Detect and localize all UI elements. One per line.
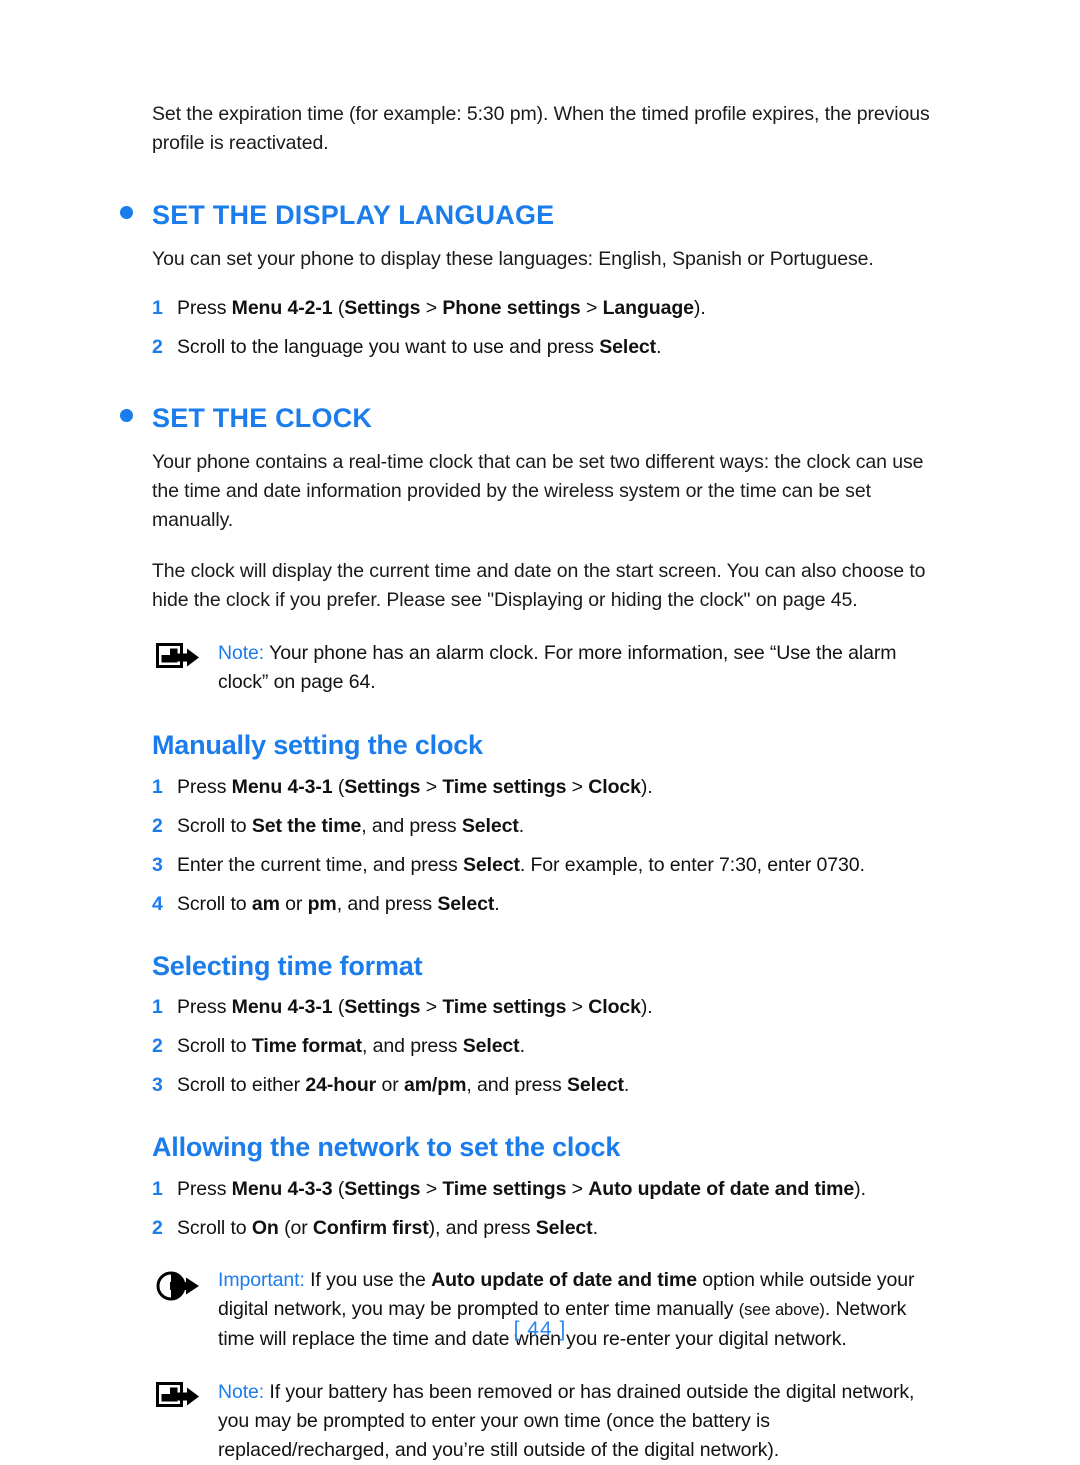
- step-number: 4: [152, 892, 163, 915]
- step-text: Press Menu 4-3-1 (Settings > Time settin…: [177, 996, 653, 1019]
- step-item: 1 Press Menu 4-3-3 (Settings > Time sett…: [152, 1175, 942, 1203]
- heading-set-the-clock: SET THE CLOCK: [120, 405, 942, 432]
- steps-selecting-time-format: 1 Press Menu 4-3-1 (Settings > Time sett…: [152, 993, 942, 1099]
- note-block-alarm-clock: Note: Your phone has an alarm clock. For…: [156, 639, 942, 697]
- step-number: 2: [152, 1035, 163, 1058]
- note-text: Note: Your phone has an alarm clock. For…: [212, 639, 942, 697]
- step-number: 1: [152, 1178, 163, 1201]
- note-icon: [156, 1378, 212, 1417]
- important-label: Important:: [218, 1269, 305, 1292]
- display-language-intro: You can set your phone to display these …: [152, 248, 874, 270]
- step-item: 1 Press Menu 4-3-1 (Settings > Time sett…: [152, 993, 942, 1021]
- step-item: 2 Scroll to Time format, and press Selec…: [152, 1032, 942, 1060]
- step-text: Press Menu 4-2-1 (Settings > Phone setti…: [177, 297, 706, 319]
- steps-display-language: 1 Press Menu 4-2-1 (Settings > Phone set…: [152, 294, 942, 361]
- step-number: 1: [152, 775, 163, 798]
- step-number: 1: [152, 996, 163, 1019]
- note-block-battery: Note: If your battery has been removed o…: [156, 1378, 942, 1465]
- steps-allowing-the-network: 1 Press Menu 4-3-3 (Settings > Time sett…: [152, 1175, 942, 1242]
- step-text: Scroll to am or pm, and press Select.: [177, 892, 500, 915]
- step-text: Scroll to either 24-hour or am/pm, and p…: [177, 1074, 630, 1097]
- note-icon: [156, 639, 212, 678]
- page-content: Set the expiration time (for example: 5:…: [120, 100, 942, 1465]
- step-item: 1 Press Menu 4-2-1 (Settings > Phone set…: [152, 294, 942, 322]
- note-label: Note:: [218, 642, 265, 664]
- step-number: 1: [152, 297, 163, 319]
- step-item: 2 Scroll to On (or Confirm first), and p…: [152, 1214, 942, 1242]
- heading-text: SET THE CLOCK: [152, 403, 373, 433]
- step-number: 2: [152, 814, 163, 837]
- step-text: Scroll to the language you want to use a…: [177, 336, 662, 358]
- step-text: Press Menu 4-3-3 (Settings > Time settin…: [177, 1178, 866, 1201]
- step-number: 3: [152, 1074, 163, 1097]
- set-clock-paragraph-1: Your phone contains a real-time clock th…: [152, 451, 924, 531]
- step-text: Scroll to On (or Confirm first), and pre…: [177, 1217, 598, 1240]
- note-text: Note: If your battery has been removed o…: [212, 1378, 942, 1465]
- step-item: 3 Scroll to either 24-hour or am/pm, and…: [152, 1071, 942, 1099]
- step-text: Scroll to Set the time, and press Select…: [177, 814, 525, 837]
- step-item: 2 Scroll to Set the time, and press Sele…: [152, 812, 942, 840]
- note-body-text: If your battery has been removed or has …: [218, 1381, 915, 1462]
- page-number: [ 44 ]: [513, 1318, 567, 1341]
- steps-manually-setting-the-clock: 1 Press Menu 4-3-1 (Settings > Time sett…: [152, 773, 942, 918]
- bullet-icon: [120, 409, 133, 422]
- document-page: Set the expiration time (for example: 5:…: [0, 0, 1080, 1461]
- important-icon: [156, 1266, 212, 1307]
- heading-set-the-display-language: SET THE DISPLAY LANGUAGE: [120, 202, 942, 229]
- heading-text: SET THE DISPLAY LANGUAGE: [152, 200, 555, 230]
- step-item: 3 Enter the current time, and press Sele…: [152, 851, 942, 879]
- step-number: 2: [152, 336, 163, 358]
- step-item: 2 Scroll to the language you want to use…: [152, 333, 942, 361]
- step-number: 3: [152, 853, 163, 876]
- note-body-text: Your phone has an alarm clock. For more …: [218, 642, 897, 693]
- step-text: Enter the current time, and press Select…: [177, 853, 865, 876]
- set-clock-paragraph-2: The clock will display the current time …: [152, 560, 926, 611]
- step-text: Scroll to Time format, and press Select.: [177, 1035, 525, 1058]
- step-item: 4 Scroll to am or pm, and press Select.: [152, 890, 942, 918]
- subheading-selecting-time-format: Selecting time format: [152, 950, 423, 981]
- subheading-allowing-the-network-to-set-the-clock: Allowing the network to set the clock: [152, 1132, 621, 1163]
- intro-paragraph: Set the expiration time (for example: 5:…: [152, 103, 930, 154]
- note-label: Note:: [218, 1381, 265, 1404]
- subheading-manually-setting-the-clock: Manually setting the clock: [152, 730, 483, 760]
- step-text: Press Menu 4-3-1 (Settings > Time settin…: [177, 775, 653, 798]
- bullet-icon: [120, 206, 133, 219]
- step-number: 2: [152, 1217, 163, 1240]
- step-item: 1 Press Menu 4-3-1 (Settings > Time sett…: [152, 773, 942, 801]
